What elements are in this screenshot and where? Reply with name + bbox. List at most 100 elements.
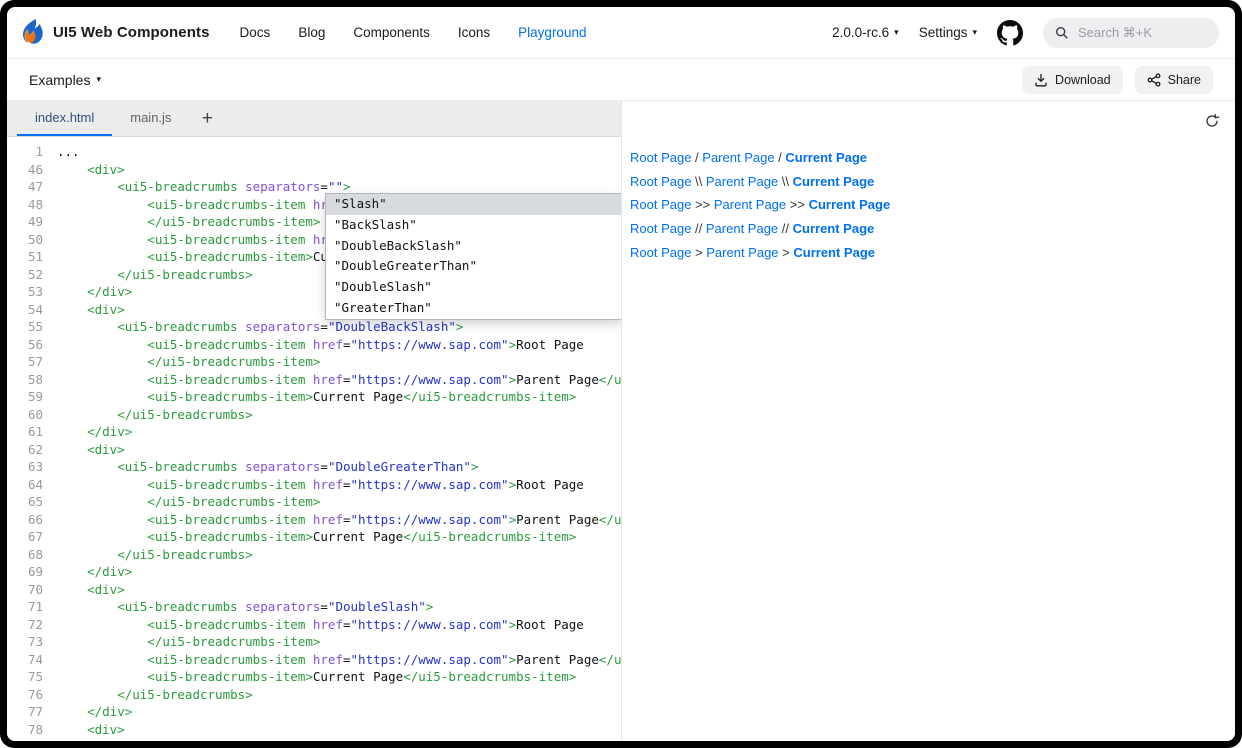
examples-dropdown[interactable]: Examples ▾ [29, 72, 101, 88]
autocomplete-item[interactable]: "Slash" [326, 194, 621, 215]
nav-link-icons[interactable]: Icons [458, 25, 490, 40]
autocomplete-item[interactable]: "DoubleGreaterThan" [326, 256, 621, 277]
github-icon[interactable] [997, 20, 1023, 46]
tab-main-js[interactable]: main.js [112, 101, 189, 136]
code-line[interactable]: 60 </ui5-breadcrumbs> [7, 406, 621, 424]
line-number: 73 [7, 633, 43, 651]
code-line[interactable]: 77 </div> [7, 703, 621, 721]
line-number: 63 [7, 458, 43, 476]
autocomplete-item[interactable]: "BackSlash" [326, 215, 621, 236]
breadcrumb-link[interactable]: Root Page [630, 150, 691, 165]
code-line[interactable]: 59 <ui5-breadcrumbs-item>Current Page</u… [7, 388, 621, 406]
version-dropdown[interactable]: 2.0.0-rc.6 ▾ [832, 25, 899, 40]
breadcrumb-link[interactable]: Parent Page [714, 197, 786, 212]
code-line[interactable]: 72 <ui5-breadcrumbs-item href="https://w… [7, 616, 621, 634]
breadcrumb-current: Current Page [793, 174, 875, 189]
code-line[interactable]: 67 <ui5-breadcrumbs-item>Current Page</u… [7, 528, 621, 546]
code-line[interactable]: 70 <div> [7, 581, 621, 599]
code-line[interactable]: 64 <ui5-breadcrumbs-item href="https://w… [7, 476, 621, 494]
refresh-button[interactable] [1202, 111, 1222, 131]
code-line[interactable]: 62 <div> [7, 441, 621, 459]
breadcrumb-current: Current Page [809, 197, 891, 212]
search-box[interactable] [1043, 18, 1219, 48]
breadcrumb-link[interactable]: Parent Page [706, 245, 778, 260]
breadcrumb-link[interactable]: Root Page [630, 245, 691, 260]
breadcrumb-row: Root Page >> Parent Page >> Current Page [630, 193, 1235, 217]
breadcrumb-link[interactable]: Root Page [630, 174, 691, 189]
line-number: 46 [7, 161, 43, 179]
share-button[interactable]: Share [1135, 66, 1213, 94]
code-line[interactable]: 73 </ui5-breadcrumbs-item> [7, 633, 621, 651]
nav-link-docs[interactable]: Docs [240, 25, 271, 40]
line-code: </ui5-breadcrumbs> [57, 407, 253, 422]
brand[interactable]: UI5 Web Components [23, 19, 210, 47]
code-line[interactable]: 76 </ui5-breadcrumbs> [7, 686, 621, 704]
line-code: <ui5-breadcrumbs-item>Current Page</ui5-… [57, 529, 576, 544]
line-code: <ui5-breadcrumbs-item href="https://www.… [57, 617, 584, 632]
code-line[interactable]: 65 </ui5-breadcrumbs-item> [7, 493, 621, 511]
breadcrumb-link[interactable]: Parent Page [706, 174, 778, 189]
line-code: <ui5-breadcrumbs-item href="https://www.… [57, 512, 621, 527]
autocomplete-item[interactable]: "GreaterThan" [326, 298, 621, 319]
nav-link-playground[interactable]: Playground [518, 25, 586, 40]
breadcrumb-separator: \\ [778, 174, 792, 189]
code-line[interactable]: 61 </div> [7, 423, 621, 441]
breadcrumb-link[interactable]: Parent Page [702, 150, 774, 165]
breadcrumb-link[interactable]: Parent Page [706, 221, 778, 236]
autocomplete-item[interactable]: "DoubleSlash" [326, 277, 621, 298]
line-code: </div> [57, 284, 132, 299]
autocomplete-popup: "Slash""BackSlash""DoubleBackSlash""Doub… [325, 193, 621, 320]
settings-dropdown[interactable]: Settings ▾ [919, 25, 977, 40]
line-code: <div> [57, 722, 125, 737]
download-icon [1034, 73, 1048, 87]
code-line[interactable]: 66 <ui5-breadcrumbs-item href="https://w… [7, 511, 621, 529]
line-number: 51 [7, 248, 43, 266]
line-number: 62 [7, 441, 43, 459]
code-line[interactable]: 55 <ui5-breadcrumbs separators="DoubleBa… [7, 318, 621, 336]
code-line[interactable]: 78 <div> [7, 721, 621, 739]
line-number: 55 [7, 318, 43, 336]
nav-right: 2.0.0-rc.6 ▾ Settings ▾ [832, 18, 1219, 48]
tab-index-html[interactable]: index.html [17, 101, 112, 136]
code-line[interactable]: 63 <ui5-breadcrumbs separators="DoubleGr… [7, 458, 621, 476]
nav-link-blog[interactable]: Blog [298, 25, 325, 40]
search-input[interactable] [1076, 24, 1202, 41]
line-code: <ui5-breadcrumbs separators="DoubleBackS… [57, 319, 463, 334]
line-code: <ui5-breadcrumbs-item>Current Page</ui5-… [57, 389, 576, 404]
code-line[interactable]: 74 <ui5-breadcrumbs-item href="https://w… [7, 651, 621, 669]
breadcrumb-separator: >> [786, 197, 808, 212]
code-line[interactable]: 57 </ui5-breadcrumbs-item> [7, 353, 621, 371]
code-line[interactable]: 68 </ui5-breadcrumbs> [7, 546, 621, 564]
toolbar-actions: Download Share [1022, 66, 1213, 94]
chevron-down-icon: ▾ [972, 28, 977, 37]
code-line[interactable]: 71 <ui5-breadcrumbs separators="DoubleSl… [7, 598, 621, 616]
line-number: 78 [7, 721, 43, 739]
share-label: Share [1168, 73, 1201, 87]
nav-link-components[interactable]: Components [353, 25, 430, 40]
chevron-down-icon: ▾ [96, 75, 101, 84]
code-editor[interactable]: 1...46 <div>47 <ui5-breadcrumbs separato… [7, 137, 621, 741]
line-code: </ui5-breadcrumbs-item> [57, 354, 320, 369]
download-button[interactable]: Download [1022, 66, 1123, 94]
code-line[interactable]: 1... [7, 143, 621, 161]
breadcrumb-separator: // [691, 221, 705, 236]
line-number: 1 [7, 143, 43, 161]
code-line[interactable]: 58 <ui5-breadcrumbs-item href="https://w… [7, 371, 621, 389]
line-code: <ui5-breadcrumbs-item href="https://www.… [57, 477, 584, 492]
breadcrumb-row: Root Page \\ Parent Page \\ Current Page [630, 170, 1235, 194]
line-code: <div> [57, 302, 125, 317]
download-label: Download [1055, 73, 1111, 87]
code-line[interactable]: 46 <div> [7, 161, 621, 179]
examples-label: Examples [29, 72, 90, 88]
breadcrumb-link[interactable]: Root Page [630, 221, 691, 236]
autocomplete-item[interactable]: "DoubleBackSlash" [326, 236, 621, 257]
line-code: <ui5-breadcrumbs separators=""> [57, 179, 351, 194]
code-line[interactable]: 56 <ui5-breadcrumbs-item href="https://w… [7, 336, 621, 354]
line-code: <ui5-breadcrumbs-item href="https://www.… [57, 652, 621, 667]
breadcrumb-link[interactable]: Root Page [630, 197, 691, 212]
line-number: 66 [7, 511, 43, 529]
add-tab-button[interactable]: + [189, 101, 225, 136]
code-line[interactable]: 75 <ui5-breadcrumbs-item>Current Page</u… [7, 668, 621, 686]
breadcrumb-separator: > [779, 245, 794, 260]
code-line[interactable]: 69 </div> [7, 563, 621, 581]
